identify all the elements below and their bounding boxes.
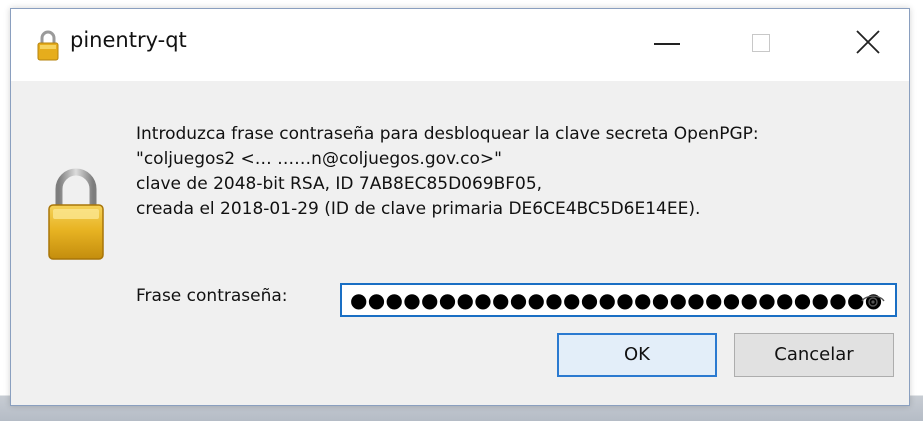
lock-icon [37,30,59,61]
minimize-button[interactable] [638,9,700,81]
masked-passphrase: ●●●●●●●●●●●●●●●●●●●●●●●●●●●●●● [350,288,883,312]
maximize-button[interactable] [731,9,793,81]
ok-button[interactable]: OK [557,333,717,377]
message-line: "coljuegos2 <… ……n@coljuegos.gov.co>" [136,149,502,169]
passphrase-input[interactable]: ●●●●●●●●●●●●●●●●●●●●●●●●●●●●●● [340,283,897,317]
eye-icon[interactable] [861,293,885,309]
message-line: Introduzca frase contraseña para desbloq… [136,124,759,144]
title-bar[interactable]: pinentry-qt [11,9,909,81]
maximize-icon [752,34,770,52]
close-button[interactable] [838,9,900,81]
prompt-message: Introduzca frase contraseña para desbloq… [136,122,901,222]
message-line: clave de 2048-bit RSA, ID 7AB8EC85D069BF… [136,174,543,194]
window-title: pinentry-qt [70,28,187,52]
pinentry-dialog: pinentry-qt Introduzca frase contraseña … [10,8,910,406]
passphrase-label: Frase contraseña: [136,286,288,306]
padlock-icon [48,168,104,260]
message-line: creada el 2018-01-29 (ID de clave primar… [136,199,701,219]
minimize-icon [654,43,680,45]
cancel-button[interactable]: Cancelar [734,333,894,377]
close-icon [856,30,880,54]
